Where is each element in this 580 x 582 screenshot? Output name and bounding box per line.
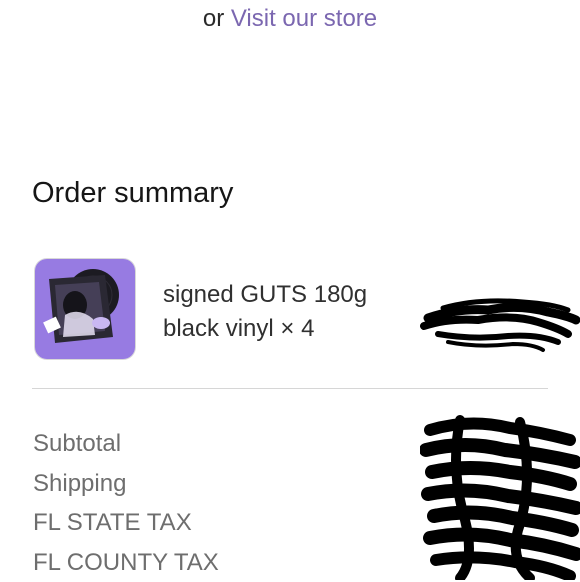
subtotal-label: Subtotal: [33, 424, 219, 464]
shipping-label: Shipping: [33, 464, 219, 504]
item-description: signed GUTS 180g black vinyl × 4: [163, 278, 413, 346]
item-variant-line: black vinyl × 4: [163, 312, 413, 346]
item-variant: black vinyl: [163, 315, 274, 342]
album-art-image: [35, 259, 135, 359]
continue-shopping-line: or Visit our store: [0, 4, 580, 34]
order-summary-title: Order summary: [32, 174, 233, 212]
or-text: or: [203, 5, 224, 32]
state-tax-label: FL STATE TAX: [33, 503, 219, 543]
redacted-totals-scribble: [420, 410, 580, 580]
item-quantity: × 4: [280, 315, 314, 342]
visit-store-link[interactable]: Visit our store: [231, 5, 377, 32]
summary-divider: [32, 388, 548, 389]
summary-rows: Subtotal Shipping FL STATE TAX FL COUNTY…: [33, 424, 219, 582]
redacted-price-scribble: [418, 290, 580, 360]
product-thumbnail: [35, 259, 135, 359]
county-tax-label: FL COUNTY TAX: [33, 543, 219, 582]
item-title: signed GUTS 180g: [163, 278, 413, 312]
